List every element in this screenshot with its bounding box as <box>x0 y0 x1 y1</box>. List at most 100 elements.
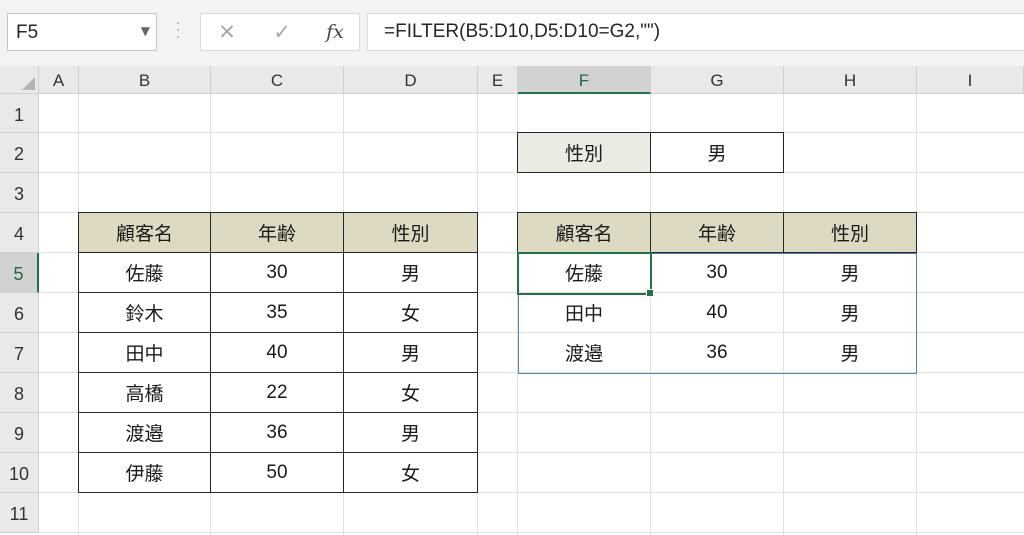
source-table-cell[interactable]: 高橋 <box>78 372 211 413</box>
row-header-10[interactable]: 10 <box>0 453 39 493</box>
name-box-value: F5 <box>16 22 39 43</box>
result-table-cell[interactable]: 36 <box>650 332 784 373</box>
source-table-cell[interactable]: 男 <box>343 412 478 453</box>
source-table-cell[interactable]: 佐藤 <box>78 252 211 293</box>
source-table-cell[interactable]: 35 <box>210 292 344 333</box>
drag-handle-icon[interactable]: · · · <box>174 17 182 45</box>
active-cell-border <box>517 252 654 297</box>
result-header-cell[interactable]: 顧客名 <box>517 212 651 253</box>
source-header-cell-value: 性別 <box>391 223 430 245</box>
result-table-cell-value: 30 <box>706 261 728 283</box>
column-header-g[interactable]: G <box>651 66 784 94</box>
source-table-cell-value: 伊藤 <box>125 463 164 485</box>
source-table-cell-value: 鈴木 <box>125 303 164 325</box>
source-table-cell[interactable]: 36 <box>210 412 344 453</box>
result-table-cell-value: 36 <box>706 341 728 363</box>
source-table-cell[interactable]: 伊藤 <box>78 452 211 493</box>
source-table-cell[interactable]: 田中 <box>78 332 211 373</box>
enter-icon[interactable]: ✓ <box>264 18 300 46</box>
result-header-cell[interactable]: 年齢 <box>650 212 784 253</box>
source-header-cell[interactable]: 顧客名 <box>78 212 211 253</box>
source-table-cell[interactable]: 鈴木 <box>78 292 211 333</box>
source-table-cell[interactable]: 女 <box>343 372 478 413</box>
row-header-7[interactable]: 7 <box>0 333 39 373</box>
row-header-1[interactable]: 1 <box>0 94 39 133</box>
result-header-cell-value: 性別 <box>830 223 869 245</box>
column-header-e[interactable]: E <box>478 66 518 94</box>
column-header-f[interactable]: F <box>518 66 651 94</box>
source-table-cell[interactable]: 女 <box>343 452 478 493</box>
fill-handle[interactable] <box>646 289 654 297</box>
source-table-cell[interactable]: 女 <box>343 292 478 333</box>
source-table-cell-value: 女 <box>400 463 420 485</box>
source-table-cell-value: 40 <box>266 341 288 363</box>
source-header-cell[interactable]: 年齢 <box>210 212 344 253</box>
source-table-cell[interactable]: 50 <box>210 452 344 493</box>
worksheet-grid[interactable]: ABCDEFGHI 1 2 3 4 5 6 7 8 9 10 11 顧客名 年齢 性別 佐藤 30 男鈴木 35… <box>0 66 1024 535</box>
row-header-8[interactable]: 8 <box>0 373 39 413</box>
result-table-cell-value: 男 <box>840 343 860 365</box>
select-all-button[interactable] <box>0 66 39 94</box>
result-table-cell[interactable]: 男 <box>783 332 917 373</box>
source-table-cell[interactable]: 30 <box>210 252 344 293</box>
row-header-9[interactable]: 9 <box>0 413 39 453</box>
name-box[interactable]: F5 ▼ <box>7 13 157 51</box>
column-header-a[interactable]: A <box>39 66 79 94</box>
result-table-cell[interactable]: 田中 <box>517 292 651 333</box>
insert-function-icon[interactable]: fx <box>317 18 353 46</box>
cancel-icon[interactable]: ✕ <box>209 18 245 46</box>
row-header-4[interactable]: 4 <box>0 213 39 253</box>
criteria-value-cell-value: 男 <box>707 143 727 165</box>
source-header-cell[interactable]: 性別 <box>343 212 478 253</box>
formula-input[interactable]: =FILTER(B5:D10,D5:D10=G2,"") <box>367 13 1024 51</box>
criteria-value-cell[interactable]: 男 <box>650 132 784 173</box>
row-header-6[interactable]: 6 <box>0 293 39 333</box>
source-table-cell-value: 女 <box>400 383 420 405</box>
result-header-cell-value: 顧客名 <box>555 223 613 245</box>
source-table-cell-value: 35 <box>266 301 288 323</box>
result-table-cell[interactable]: 男 <box>783 292 917 333</box>
source-table-cell[interactable]: 22 <box>210 372 344 413</box>
column-header-h[interactable]: H <box>784 66 917 94</box>
source-table-cell-value: 男 <box>400 423 420 445</box>
column-header-d[interactable]: D <box>344 66 478 94</box>
column-header-c[interactable]: C <box>211 66 344 94</box>
result-header-cell[interactable]: 性別 <box>783 212 917 253</box>
row-header-5[interactable]: 5 <box>0 253 39 293</box>
chevron-down-icon[interactable]: ▼ <box>141 24 150 38</box>
source-table-cell-value: 男 <box>400 343 420 365</box>
result-table-cell-value: 男 <box>840 263 860 285</box>
formula-text: =FILTER(B5:D10,D5:D10=G2,"") <box>384 21 661 42</box>
result-table-cell[interactable]: 30 <box>650 252 784 293</box>
result-table-cell-value: 渡邉 <box>564 343 603 365</box>
column-header-b[interactable]: B <box>79 66 211 94</box>
source-table-cell[interactable]: 40 <box>210 332 344 373</box>
result-table-cell-value: 田中 <box>564 303 603 325</box>
source-table-cell[interactable]: 渡邉 <box>78 412 211 453</box>
source-table-cell[interactable]: 男 <box>343 252 478 293</box>
source-table-cell-value: 男 <box>400 263 420 285</box>
gridline-horizontal <box>39 532 1024 533</box>
result-table-cell[interactable]: 男 <box>783 252 917 293</box>
result-table-cell[interactable]: 渡邉 <box>517 332 651 373</box>
row-header-3[interactable]: 3 <box>0 173 39 213</box>
source-table-cell-value: 田中 <box>125 343 164 365</box>
source-table-cell-value: 22 <box>266 381 288 403</box>
source-header-cell-value: 顧客名 <box>115 223 173 245</box>
column-header-i[interactable]: I <box>917 66 1024 94</box>
source-table-cell-value: 女 <box>400 303 420 325</box>
result-table-cell-value: 男 <box>840 303 860 325</box>
source-table-cell-value: 高橋 <box>125 383 164 405</box>
result-table-cell-value: 40 <box>706 301 728 323</box>
criteria-label-cell[interactable]: 性別 <box>517 132 651 173</box>
row-header-11[interactable]: 11 <box>0 493 39 533</box>
formula-buttons: ✕ ✓ fx <box>200 13 360 51</box>
source-table-cell-value: 渡邉 <box>125 423 164 445</box>
result-table-cell[interactable]: 40 <box>650 292 784 333</box>
source-table-cell-value: 30 <box>266 261 288 283</box>
row-header-2[interactable]: 2 <box>0 133 39 173</box>
criteria-label-cell-value: 性別 <box>564 143 603 165</box>
source-table-cell-value: 36 <box>266 421 288 443</box>
source-header-cell-value: 年齢 <box>257 223 296 245</box>
source-table-cell[interactable]: 男 <box>343 332 478 373</box>
